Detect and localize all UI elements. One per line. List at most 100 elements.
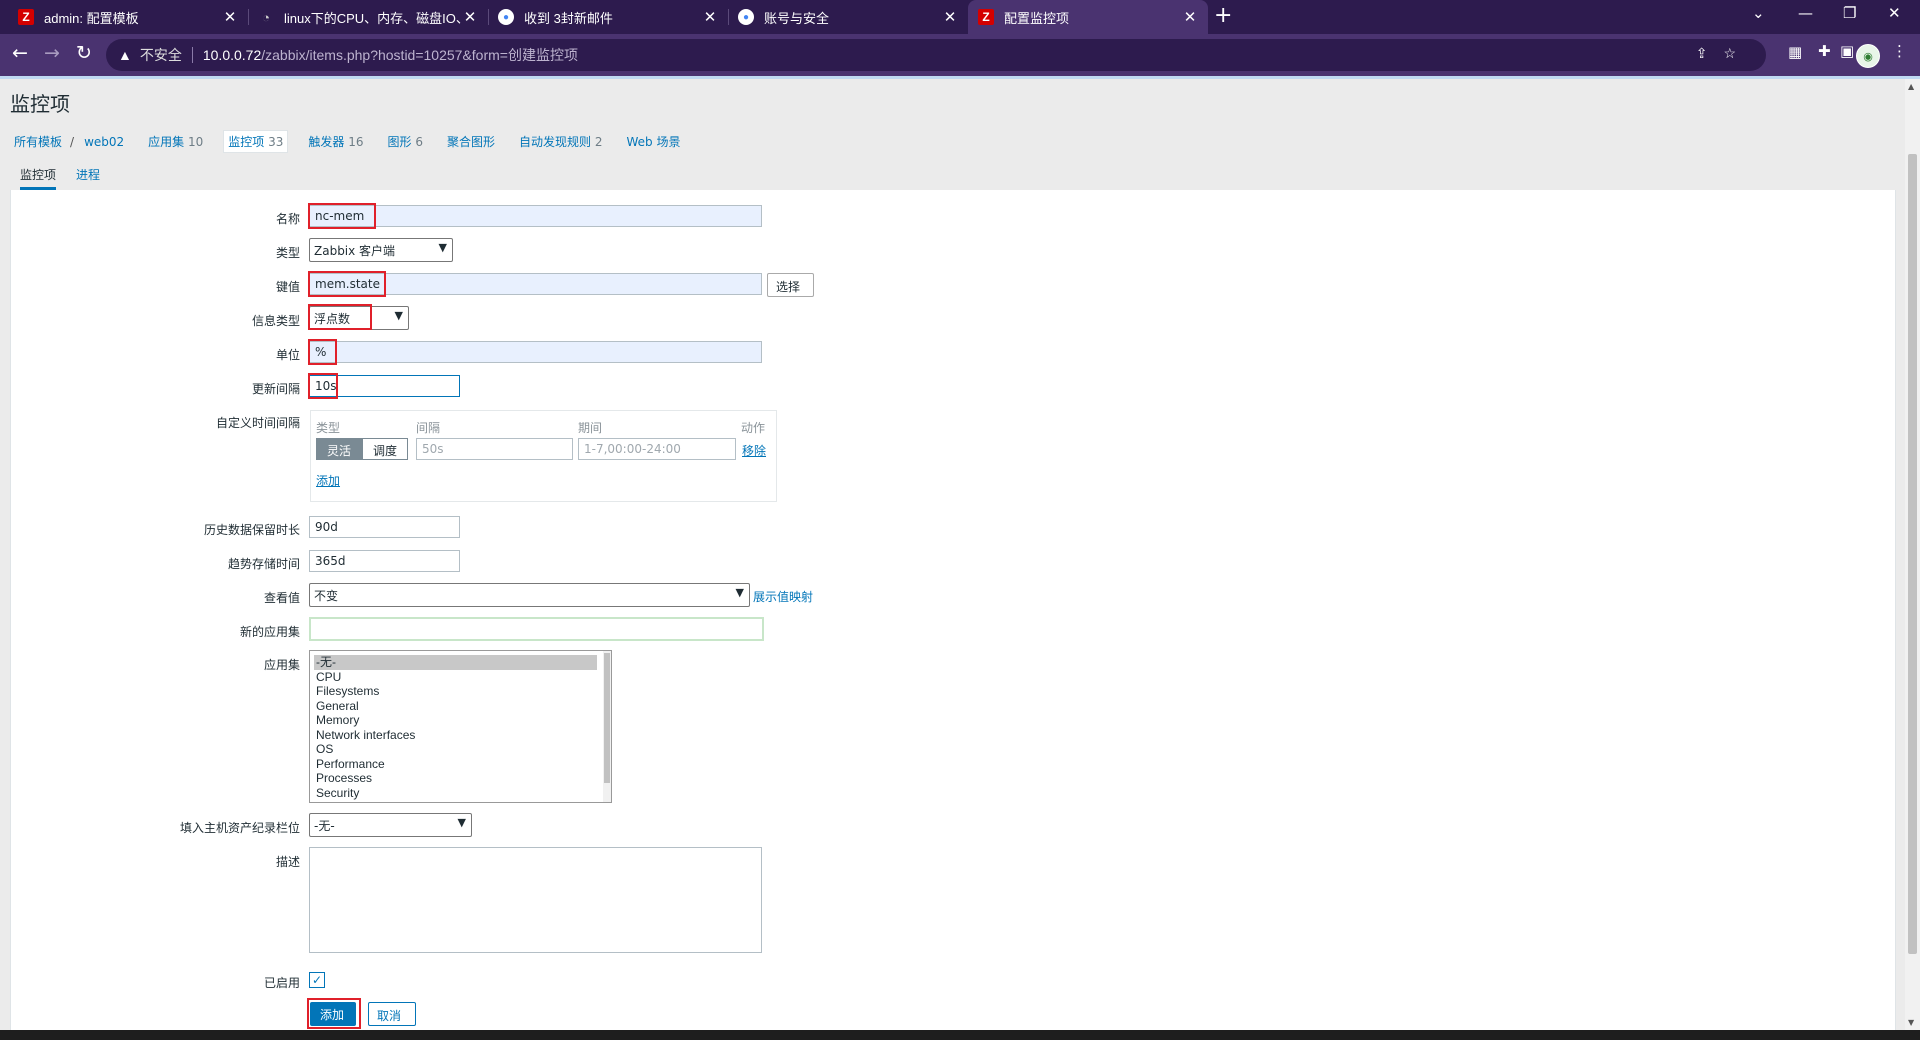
list-item[interactable]: CPU — [310, 670, 611, 685]
new-app-input[interactable] — [309, 617, 764, 641]
select-key-button[interactable]: 选择 — [767, 273, 814, 297]
breadcrumb-host[interactable]: web02 — [80, 133, 128, 151]
new-tab-icon[interactable]: + — [1214, 3, 1232, 28]
inventory-select[interactable]: -无- ▼ — [309, 813, 472, 837]
list-item[interactable]: -无- — [314, 655, 597, 670]
list-item[interactable]: Filesystems — [310, 684, 611, 699]
tab-title: linux下的CPU、内存、磁盘IO、 — [284, 10, 462, 26]
list-item[interactable]: Network interfaces — [310, 728, 611, 743]
chevron-down-icon: ▼ — [457, 816, 466, 829]
chevron-down-icon: ▼ — [735, 586, 744, 599]
taskbar — [0, 1030, 1920, 1040]
browser-tab[interactable]: ● 收到 3封新邮件 ✕ — [488, 0, 728, 34]
close-icon[interactable]: ✕ — [702, 8, 718, 26]
address-bar[interactable]: ▲ 不安全 10.0.0.72 /zabbix/items.php?hostid… — [106, 39, 1766, 71]
tab-process[interactable]: 进程 — [76, 166, 100, 183]
cancel-button[interactable]: 取消 — [368, 1002, 416, 1026]
interval-type-toggle: 灵活 调度 — [316, 438, 409, 460]
nav-discovery[interactable]: 自动发现规则 2 — [515, 131, 606, 152]
close-icon[interactable]: ✕ — [942, 8, 958, 26]
list-item[interactable]: Processes — [310, 771, 611, 786]
nav-screens[interactable]: 聚合图形 — [443, 131, 499, 152]
tab-title: 收到 3封新邮件 — [524, 10, 613, 26]
sidepanel-icon[interactable]: ▣ — [1840, 42, 1854, 60]
breadcrumb: 所有模板 / web02 应用集 10 监控项 33 触发器 16 图形 6 聚… — [10, 130, 701, 153]
list-item[interactable]: Memory — [310, 713, 611, 728]
name-label: 名称 — [275, 212, 300, 226]
tab-title: 配置监控项 — [1004, 10, 1070, 26]
units-label: 单位 — [275, 348, 300, 362]
avatar[interactable]: ◉ — [1856, 44, 1880, 68]
tab-item[interactable]: 监控项 — [20, 166, 57, 190]
nav-count: 10 — [188, 135, 204, 149]
flex-interval-input[interactable]: 50s — [416, 438, 573, 460]
apps-label: 应用集 — [263, 658, 300, 672]
scroll-thumb[interactable] — [1908, 154, 1917, 954]
list-item[interactable]: OS — [310, 742, 611, 757]
nav-graphs[interactable]: 图形 6 — [384, 131, 427, 152]
trends-input[interactable]: 365d — [309, 550, 460, 572]
browser-tab[interactable]: ● 账号与安全 ✕ — [728, 0, 968, 34]
col-period: 期间 — [578, 421, 603, 435]
close-icon[interactable]: ✕ — [462, 8, 478, 26]
nav-label: 图形 — [387, 135, 412, 149]
listbox-scrollbar[interactable] — [603, 651, 611, 802]
valuemap-select[interactable]: 不变 ▼ — [309, 583, 750, 607]
nav-label: 触发器 — [308, 135, 345, 149]
apps-listbox[interactable]: -无- CPU Filesystems General Memory Netwo… — [309, 650, 612, 803]
scheduling-option[interactable]: 调度 — [362, 438, 409, 460]
browser-tab[interactable]: ◔ linux下的CPU、内存、磁盘IO、 ✕ — [248, 0, 488, 34]
highlight-box — [308, 203, 376, 229]
list-item[interactable]: General — [310, 699, 611, 714]
scroll-thumb[interactable] — [604, 653, 610, 783]
nav-label: 监控项 — [228, 135, 265, 149]
list-item[interactable]: Security — [310, 786, 611, 801]
description-textarea[interactable] — [309, 847, 762, 953]
close-icon[interactable]: ✕ — [1182, 8, 1198, 26]
add-interval-link[interactable]: 添加 — [316, 472, 340, 489]
tab-search-icon[interactable]: ⌄ — [1752, 4, 1765, 22]
nav-label: 自动发现规则 — [519, 135, 592, 149]
share-bookmark-icons[interactable]: ⇪☆ — [1696, 45, 1752, 62]
close-icon[interactable]: ✕ — [222, 8, 238, 26]
divider — [191, 47, 193, 63]
history-input[interactable]: 90d — [309, 516, 460, 538]
browser-tab[interactable]: Z admin: 配置模板 ✕ — [8, 0, 248, 34]
chevron-down-icon: ▼ — [394, 309, 403, 322]
nav-web[interactable]: Web 场景 — [623, 131, 685, 152]
nav-apps[interactable]: 应用集 10 — [144, 131, 207, 152]
nav-items[interactable]: 监控项 33 — [223, 130, 289, 153]
show-valuemap-link[interactable]: 展示值映射 — [753, 588, 813, 605]
window-close-icon[interactable]: ✕ — [1888, 4, 1901, 22]
new-app-label: 新的应用集 — [239, 625, 300, 639]
restore-icon[interactable]: ❐ — [1843, 4, 1856, 22]
menu-icon[interactable]: ⋮ — [1892, 42, 1907, 60]
reload-icon[interactable]: ↻ — [76, 42, 92, 64]
chrome-icon: ● — [498, 9, 514, 25]
highlight-box — [308, 373, 338, 399]
zabbix-icon: Z — [978, 9, 994, 25]
flexible-option[interactable]: 灵活 — [316, 438, 363, 460]
units-input[interactable]: % — [309, 341, 762, 363]
check-icon: ✓ — [311, 973, 323, 987]
scroll-up-icon[interactable]: ▲ — [1908, 82, 1914, 91]
forward-icon[interactable]: → — [44, 42, 60, 64]
name-input[interactable]: nc-mem — [309, 205, 762, 227]
remove-link[interactable]: 移除 — [742, 442, 766, 459]
breadcrumb-all-templates[interactable]: 所有模板 — [10, 131, 66, 152]
puzzle-icon[interactable]: ✚ — [1818, 42, 1831, 60]
col-action: 动作 — [741, 421, 766, 435]
scroll-down-icon[interactable]: ▼ — [1908, 1018, 1914, 1027]
minimize-icon[interactable]: — — [1798, 4, 1813, 22]
highlight-box — [307, 998, 361, 1029]
back-icon[interactable]: ← — [12, 42, 28, 64]
enabled-checkbox[interactable]: ✓ — [309, 972, 325, 988]
type-select[interactable]: Zabbix 客户端 ▼ — [309, 238, 453, 262]
chrome-icon: ● — [738, 9, 754, 25]
browser-tab-active[interactable]: Z 配置监控项 ✕ — [968, 0, 1208, 34]
flex-period-input[interactable]: 1-7,00:00-24:00 — [578, 438, 736, 460]
nav-triggers[interactable]: 触发器 16 — [304, 131, 367, 152]
extension-icon[interactable]: ▦ — [1788, 43, 1802, 61]
list-item[interactable]: Performance — [310, 757, 611, 772]
page-scrollbar[interactable]: ▲ ▼ — [1905, 79, 1920, 1030]
